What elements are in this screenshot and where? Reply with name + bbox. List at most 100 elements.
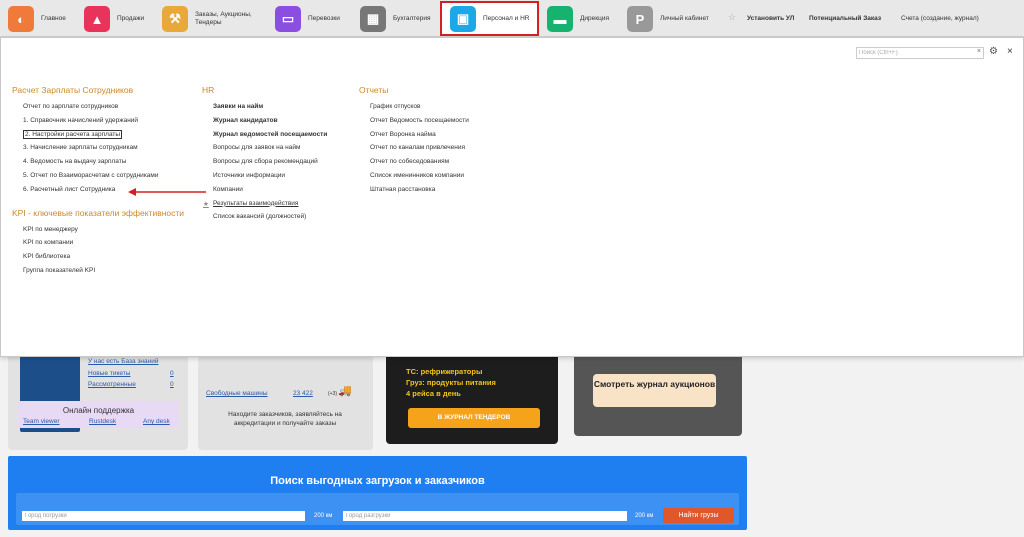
free-trucks-delta: (+3) <box>328 391 338 397</box>
nav-tab-label: Главное <box>41 15 66 22</box>
tender-journal-button[interactable]: В ЖУРНАЛ ТЕНДЕРОВ <box>408 408 540 428</box>
menu-item[interactable]: Вопросы для сбора рекомендаций <box>202 158 327 172</box>
nav-tab-orders[interactable]: ⚒ Заказы, Аукционы, Тендеры <box>162 3 275 35</box>
menu-item[interactable]: Вопросы для заявок на найм <box>202 144 327 158</box>
menu-item-label: График отпусков <box>370 103 421 110</box>
menu-item[interactable]: Отчет по собеседованиям <box>359 158 469 172</box>
favorite-star-icon[interactable]: ★ <box>203 200 209 208</box>
potential-order-link[interactable]: Потенциальный Заказ <box>809 15 881 22</box>
anydesk-link[interactable]: Any desk <box>143 418 170 425</box>
menu-item-label: 4. Ведомость на выдачу зарплаты <box>23 158 127 166</box>
menu-item[interactable]: KPI по компании <box>12 239 184 253</box>
id-card-icon: ▣ <box>450 5 476 32</box>
teamviewer-link[interactable]: Team viewer <box>23 418 59 425</box>
unloading-radius[interactable]: 200 км <box>635 513 653 519</box>
nav-tab-label: Заказы, Аукционы, Тендеры <box>195 11 252 26</box>
nav-tab-main[interactable]: ◐ Главное <box>8 3 66 35</box>
menu-item[interactable]: KPI по менеджеру <box>12 226 184 240</box>
chart-icon: ▲ <box>84 6 110 32</box>
menu-item[interactable]: KPI библиотека <box>12 253 184 267</box>
calculator-icon: ▦ <box>360 6 386 32</box>
free-trucks-link[interactable]: Свободные машины <box>206 390 268 397</box>
menu-item[interactable]: Журнал кандидатов <box>202 117 327 131</box>
menu-item-label: KPI библиотека <box>23 253 71 261</box>
menu-item-label: Заявки на найм <box>213 103 264 110</box>
menu-item[interactable]: График отпусков <box>359 103 469 117</box>
section-title: Отчеты <box>359 85 389 95</box>
nav-tab-cabinet[interactable]: P Личный кабинет <box>627 3 709 35</box>
star-icon[interactable]: ☆ <box>728 12 736 23</box>
pointer-arrow <box>128 188 206 196</box>
menu-search-input[interactable] <box>857 48 973 58</box>
customers-text: Находите заказчиков, заявляйтесь на аккр… <box>228 411 342 427</box>
menu-item[interactable]: Отчет Ведомость посещаемости <box>359 117 469 131</box>
menu-item-label: Журнал кандидатов <box>213 116 278 124</box>
rustdesk-link[interactable]: Rustdesk <box>89 418 116 425</box>
menu-item[interactable]: 2. Настройки расчета зарплаты <box>12 129 184 145</box>
new-tickets-link[interactable]: Новые тикеты <box>88 370 130 377</box>
truck-icon: ▭ <box>275 6 301 32</box>
menu-item-label: Штатная расстановка <box>370 185 436 193</box>
menu-item-label: KPI по менеджеру <box>23 225 78 233</box>
menu-column-1: Расчет Зарплаты Сотрудников Отчет по зарп… <box>12 85 184 281</box>
viewed-link[interactable]: Рассмотренные <box>88 381 136 388</box>
kb-link[interactable]: У нас есть База знаний <box>88 358 158 365</box>
logo-icon: ◐ <box>8 6 34 32</box>
menu-item[interactable]: Компании <box>202 186 327 200</box>
support-title: Онлайн поддержка <box>62 406 135 415</box>
menu-item[interactable]: Заявки на найм <box>202 103 327 117</box>
menu-item[interactable]: ★ Результаты взаимодействия <box>202 200 327 214</box>
nav-tab-label: Перевозки <box>308 15 340 22</box>
menu-item-label: Компании <box>213 185 243 193</box>
menu-item[interactable]: Отчет по каналам привлечения <box>359 144 469 158</box>
menu-item[interactable]: Отчет Воронка найма <box>359 131 469 145</box>
menu-item-label: 2. Настройки расчета зарплаты <box>23 129 123 139</box>
menu-item[interactable]: Список именинников компании <box>359 172 469 186</box>
nav-tab-sales[interactable]: ▲ Продажи <box>84 3 144 35</box>
menu-item[interactable]: Журнал ведомостей посещаемости <box>202 131 327 145</box>
unloading-city-input[interactable] <box>343 511 627 521</box>
menu-column-3: Отчеты График отпусков Отчет Ведомость пос… <box>359 85 469 200</box>
clear-search-icon[interactable]: × <box>977 48 981 55</box>
support-box: Онлайн поддержка Team viewer Rustdesk An… <box>18 401 179 428</box>
nav-tab-management[interactable]: ▬ Дирекция <box>547 3 609 35</box>
parking-icon: P <box>627 6 653 32</box>
menu-item-label: Отчет по зарплате сотрудников <box>23 103 119 110</box>
free-trucks-count[interactable]: 23 422 <box>293 390 313 397</box>
menu-item[interactable]: Группа показателей KPI <box>12 267 184 281</box>
menu-item-label: Отчет Ведомость посещаемости <box>370 116 469 124</box>
viewed-count[interactable]: 0 <box>170 381 174 388</box>
nav-tab-hr[interactable]: ▣ Персонал и HR <box>440 1 540 36</box>
menu-item[interactable]: 3. Начисление зарплаты сотрудникам <box>12 144 184 158</box>
nav-tab-label: Продажи <box>117 15 145 22</box>
load-search-title: Поиск выгодных загрузок и заказчиков <box>270 475 485 487</box>
menu-item[interactable]: Источники информации <box>202 172 327 186</box>
menu-item-label: Результаты взаимодействия <box>213 199 299 207</box>
gear-icon[interactable]: ⚙ <box>989 46 998 57</box>
menu-item-label: 1. Справочник начислений удержаний <box>23 116 139 124</box>
menu-item-label: Вопросы для заявок на найм <box>213 144 301 152</box>
invoices-link[interactable]: Счета (создание, журнал) <box>901 15 979 22</box>
new-tickets-count[interactable]: 0 <box>170 370 174 377</box>
nav-tab-transport[interactable]: ▭ Перевозки <box>275 3 340 35</box>
menu-item[interactable]: 1. Справочник начислений удержаний <box>12 117 184 131</box>
close-icon[interactable]: × <box>1007 46 1013 57</box>
loading-radius[interactable]: 200 км <box>314 513 332 519</box>
install-ul-link[interactable]: Установить УЛ <box>747 15 794 22</box>
menu-column-2: HR Заявки на найм Журнал кандидатов Журнал … <box>202 85 327 227</box>
menu-item[interactable]: Отчет по зарплате сотрудников <box>12 103 184 117</box>
nav-tab-accounting[interactable]: ▦ Бухгалтерия <box>360 3 431 35</box>
section-title: KPI - ключевые показатели эффективности <box>12 207 185 218</box>
menu-item-label: Источники информации <box>213 171 286 179</box>
menu-item[interactable]: 4. Ведомость на выдачу зарплаты <box>12 158 184 172</box>
menu-item[interactable]: Штатная расстановка <box>359 186 469 200</box>
find-cargo-button[interactable]: Найти грузы <box>663 508 734 523</box>
menu-item[interactable]: 5. Отчет по Взаиморасчетам с сотрудникам… <box>12 172 184 186</box>
section-title: HR <box>202 85 215 95</box>
menu-item[interactable]: Список вакансий (должностей) <box>202 213 327 227</box>
nav-tab-label: Личный кабинет <box>660 15 709 22</box>
nav-tab-label: Дирекция <box>580 15 609 22</box>
menu-item-label: Отчет Воронка найма <box>370 130 436 138</box>
loading-city-input[interactable] <box>22 511 305 521</box>
auction-journal-button[interactable]: Смотреть журнал аукционов <box>593 374 716 407</box>
